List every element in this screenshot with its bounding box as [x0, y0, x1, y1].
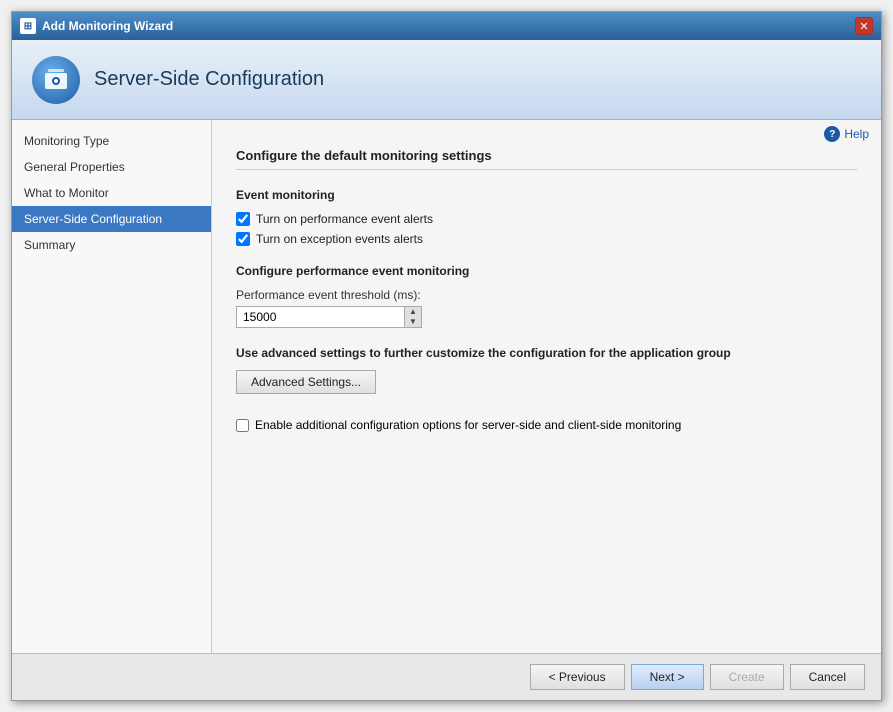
advanced-settings-button[interactable]: Advanced Settings...: [236, 370, 376, 394]
performance-alerts-checkbox[interactable]: [236, 212, 250, 226]
help-label: Help: [844, 127, 869, 141]
sidebar: Monitoring Type General Properties What …: [12, 120, 212, 653]
main-window: ⊞ Add Monitoring Wizard ✕ Server-Side Co…: [11, 11, 882, 701]
checkbox-row-performance: Turn on performance event alerts: [236, 212, 857, 226]
sidebar-item-server-side-config[interactable]: Server-Side Configuration: [12, 206, 211, 232]
section-title: Configure the default monitoring setting…: [236, 148, 857, 170]
previous-button[interactable]: < Previous: [530, 664, 625, 690]
threshold-spinbox: ▲ ▼: [236, 306, 396, 328]
sidebar-item-monitoring-type[interactable]: Monitoring Type: [12, 128, 211, 154]
header-icon: [32, 56, 80, 104]
main-content: ? Help Configure the default monitoring …: [212, 120, 881, 653]
close-button[interactable]: ✕: [855, 17, 873, 35]
help-bar: ? Help: [212, 120, 881, 148]
title-bar-left: ⊞ Add Monitoring Wizard: [20, 18, 173, 34]
advanced-description: Use advanced settings to further customi…: [236, 346, 857, 360]
exception-alerts-label[interactable]: Turn on exception events alerts: [256, 232, 423, 246]
help-icon: ?: [824, 126, 840, 142]
footer: < Previous Next > Create Cancel: [12, 653, 881, 700]
cancel-button[interactable]: Cancel: [790, 664, 865, 690]
window-icon: ⊞: [20, 18, 36, 34]
sidebar-item-general-properties[interactable]: General Properties: [12, 154, 211, 180]
window-title: Add Monitoring Wizard: [42, 19, 173, 33]
enable-options-row: Enable additional configuration options …: [236, 418, 857, 432]
sidebar-item-what-to-monitor[interactable]: What to Monitor: [12, 180, 211, 206]
sidebar-item-summary[interactable]: Summary: [12, 232, 211, 258]
exception-alerts-checkbox[interactable]: [236, 232, 250, 246]
enable-options-label[interactable]: Enable additional configuration options …: [255, 418, 681, 432]
spinbox-buttons: ▲ ▼: [404, 306, 422, 328]
threshold-label: Performance event threshold (ms):: [236, 288, 857, 302]
perf-event-title: Configure performance event monitoring: [236, 264, 857, 278]
body: Monitoring Type General Properties What …: [12, 120, 881, 653]
header-band: Server-Side Configuration: [12, 40, 881, 120]
enable-options-checkbox[interactable]: [236, 419, 249, 432]
header-title: Server-Side Configuration: [94, 68, 324, 91]
title-bar: ⊞ Add Monitoring Wizard ✕: [12, 12, 881, 40]
spinbox-down-button[interactable]: ▼: [405, 317, 421, 327]
next-button[interactable]: Next >: [631, 664, 704, 690]
performance-alerts-label[interactable]: Turn on performance event alerts: [256, 212, 433, 226]
threshold-input[interactable]: [236, 306, 404, 328]
help-link[interactable]: ? Help: [824, 126, 869, 142]
checkbox-row-exception: Turn on exception events alerts: [236, 232, 857, 246]
spinbox-up-button[interactable]: ▲: [405, 307, 421, 317]
create-button[interactable]: Create: [710, 664, 784, 690]
content-area: Configure the default monitoring setting…: [212, 148, 881, 653]
event-monitoring-title: Event monitoring: [236, 188, 857, 202]
